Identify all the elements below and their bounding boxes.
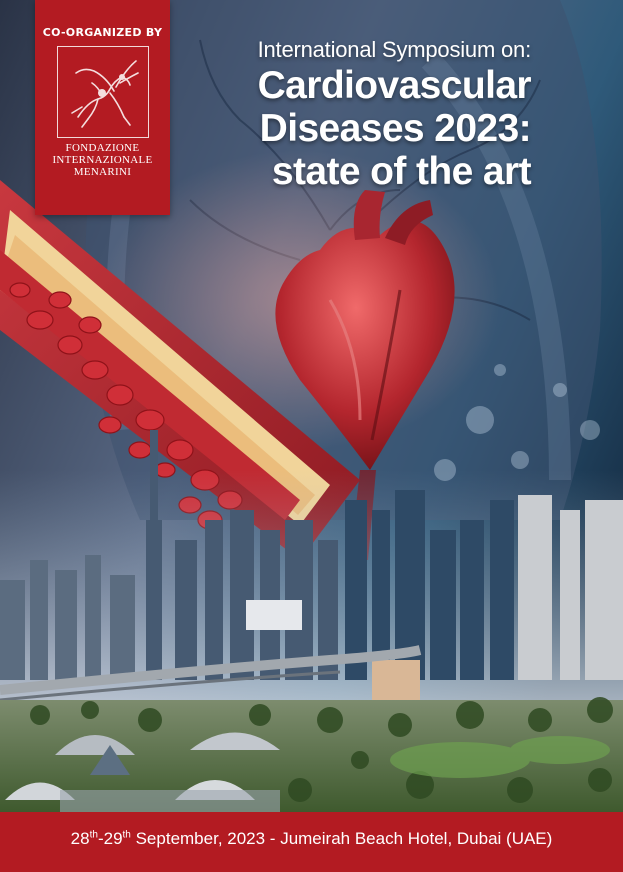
start-day-suffix: th — [89, 829, 98, 841]
date-venue-text: September, 2023 - Jumeirah Beach Hotel, … — [130, 829, 553, 848]
end-day: 29 — [103, 829, 123, 848]
co-organized-label: CO-ORGANIZED BY — [42, 26, 163, 39]
foundation-line: MENARINI — [73, 166, 132, 178]
event-date-location: 28th-29th September, 2023 - Jumeirah Bea… — [0, 829, 623, 849]
pegasus-icon — [71, 60, 139, 128]
title-line: Cardiovascular — [257, 64, 532, 107]
foundation-line: INTERNAZIONALE — [52, 154, 153, 166]
end-day-suffix: th — [122, 829, 131, 841]
title-line: state of the art — [271, 150, 532, 193]
title-line: Diseases 2023: — [259, 107, 532, 150]
symposium-subtitle: International Symposium on: — [257, 37, 532, 62]
footer-bar: 28th-29th September, 2023 - Jumeirah Bea… — [0, 812, 623, 872]
start-day: 28 — [70, 829, 90, 848]
foundation-line: FONDAZIONE — [65, 142, 140, 154]
title-block: International Symposium on: Cardiovascul… — [257, 36, 532, 193]
organizer-box: CO-ORGANIZED BY FONDAZIONE INTERNAZIONAL… — [35, 0, 170, 215]
foundation-name: FONDAZIONE INTERNAZIONALE MENARINI — [35, 142, 170, 178]
menarini-logo — [56, 46, 149, 138]
poster: CO-ORGANIZED BY FONDAZIONE INTERNAZIONAL… — [0, 0, 623, 872]
